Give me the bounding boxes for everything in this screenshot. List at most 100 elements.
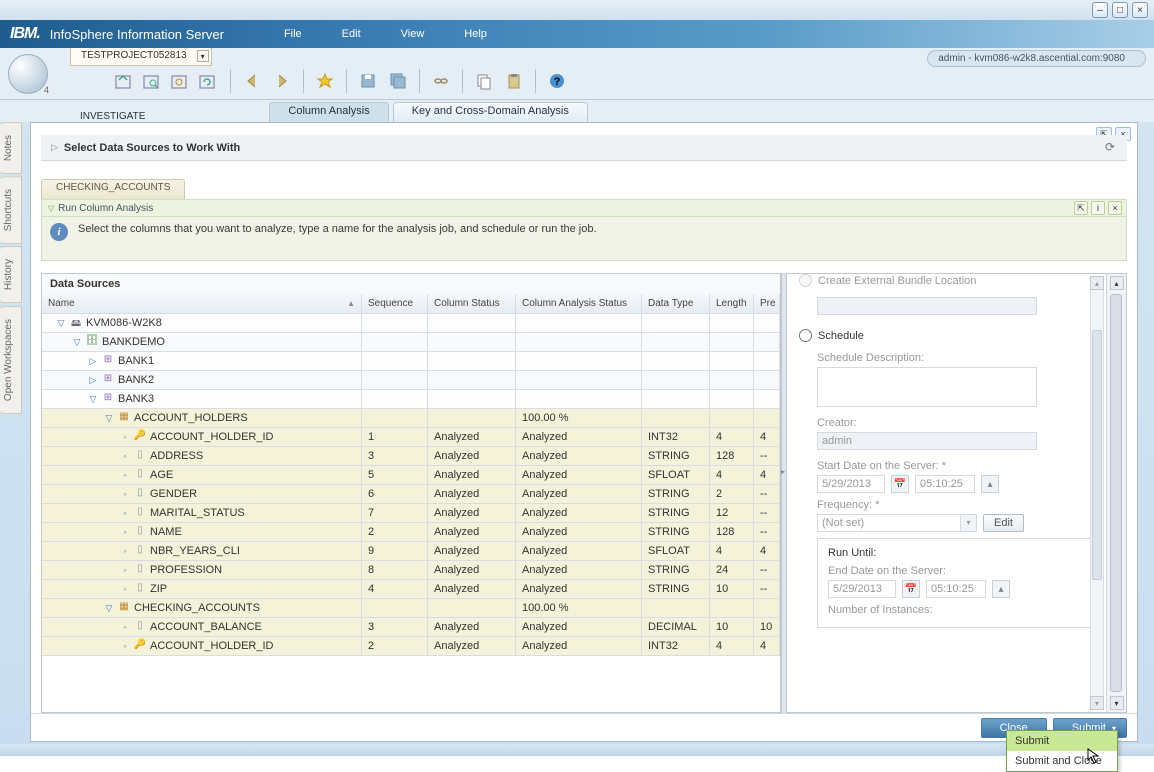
menu-file[interactable]: File bbox=[284, 28, 302, 40]
end-time-input[interactable]: 05:10:25 bbox=[926, 580, 986, 598]
col-header-data-type[interactable]: Data Type bbox=[642, 294, 710, 313]
calendar-icon[interactable]: 📅 bbox=[902, 580, 920, 598]
tool-refresh-icon[interactable] bbox=[194, 68, 220, 94]
rca-pin-icon[interactable]: ⇱ bbox=[1074, 201, 1088, 215]
menu-item-submit[interactable]: Submit bbox=[1007, 731, 1117, 751]
tree-expand-icon[interactable]: ▽ bbox=[104, 413, 114, 424]
table-row[interactable]: ◦🔑ACCOUNT_HOLDER_ID2AnalyzedAnalyzedINT3… bbox=[42, 637, 780, 656]
scroll-up-icon[interactable]: ▴ bbox=[1110, 276, 1124, 290]
table-row[interactable]: ◦▯ACCOUNT_BALANCE3AnalyzedAnalyzedDECIMA… bbox=[42, 618, 780, 637]
project-tab-dropdown[interactable]: ▾ bbox=[197, 50, 209, 62]
tab-column-analysis[interactable]: Column Analysis bbox=[269, 102, 388, 122]
table-row[interactable]: ◦🔑ACCOUNT_HOLDER_ID1AnalyzedAnalyzedINT3… bbox=[42, 428, 780, 447]
col-header-name[interactable]: Name▲ bbox=[42, 294, 362, 313]
time-stepper-icon[interactable]: ▴ bbox=[981, 475, 999, 493]
grid-body[interactable]: ▽🖴KVM086-W2K8▽🗄BANKDEMO▷⊞BANK1▷⊞BANK2▽⊞B… bbox=[42, 314, 780, 712]
time-stepper-icon[interactable]: ▴ bbox=[992, 580, 1010, 598]
calendar-icon[interactable]: 📅 bbox=[891, 475, 909, 493]
table-row[interactable]: ◦▯ADDRESS3AnalyzedAnalyzedSTRING128-- bbox=[42, 447, 780, 466]
tree-expand-icon[interactable]: ◦ bbox=[120, 622, 130, 632]
scroll-thumb[interactable] bbox=[1110, 294, 1122, 692]
tool-forward-icon[interactable] bbox=[269, 68, 295, 94]
tool-save-icon[interactable] bbox=[355, 68, 381, 94]
tool-find-icon[interactable] bbox=[138, 68, 164, 94]
start-time-input[interactable]: 05:10:25 bbox=[915, 475, 975, 493]
account-tab[interactable]: CHECKING_ACCOUNTS bbox=[41, 179, 185, 199]
tree-expand-icon[interactable]: ◦ bbox=[120, 432, 130, 442]
select-data-sources-header[interactable]: ▷ Select Data Sources to Work With ⟳ bbox=[41, 135, 1127, 161]
tree-expand-icon[interactable]: ▽ bbox=[88, 394, 98, 405]
side-tab-notes[interactable]: Notes bbox=[0, 122, 22, 174]
run-column-analysis-bar[interactable]: ▽ Run Column Analysis ⇱ i × bbox=[41, 199, 1127, 217]
tool-help-icon[interactable]: ? bbox=[544, 68, 570, 94]
edit-frequency-button[interactable]: Edit bbox=[983, 514, 1024, 532]
table-row[interactable]: ◦▯AGE5AnalyzedAnalyzedSFLOAT44 bbox=[42, 466, 780, 485]
tree-expand-icon[interactable]: ◦ bbox=[120, 451, 130, 461]
user-info-pill[interactable]: admin - kvm086-w2k8.ascential.com:9080 bbox=[927, 50, 1146, 67]
tree-expand-icon[interactable]: ▽ bbox=[104, 603, 114, 614]
end-date-input[interactable]: 5/29/2013 bbox=[828, 580, 896, 598]
globe-icon[interactable]: 4 bbox=[8, 54, 48, 94]
tree-expand-icon[interactable]: ◦ bbox=[120, 508, 130, 518]
form-scrollbar[interactable]: ▴ ▾ bbox=[1090, 276, 1104, 710]
menu-help[interactable]: Help bbox=[464, 28, 487, 40]
menu-view[interactable]: View bbox=[401, 28, 425, 40]
tree-expand-icon[interactable]: ▽ bbox=[56, 318, 66, 329]
table-row[interactable]: ◦▯NBR_YEARS_CLI9AnalyzedAnalyzedSFLOAT44 bbox=[42, 542, 780, 561]
tool-paste-icon[interactable] bbox=[501, 68, 527, 94]
tree-expand-icon[interactable]: ▷ bbox=[88, 356, 98, 367]
radio-schedule[interactable]: Schedule bbox=[799, 329, 1094, 342]
table-row[interactable]: ▽🖴KVM086-W2K8 bbox=[42, 314, 780, 333]
col-header-precision[interactable]: Pre bbox=[754, 294, 780, 313]
maximize-button[interactable]: □ bbox=[1112, 2, 1128, 18]
col-header-length[interactable]: Length bbox=[710, 294, 754, 313]
reload-icon[interactable]: ⟳ bbox=[1105, 140, 1121, 156]
scroll-up-icon[interactable]: ▴ bbox=[1090, 276, 1104, 290]
tool-star-icon[interactable] bbox=[312, 68, 338, 94]
table-row[interactable]: ▽▦CHECKING_ACCOUNTS100.00 % bbox=[42, 599, 780, 618]
table-row[interactable]: ◦▯PROFESSION8AnalyzedAnalyzedSTRING24-- bbox=[42, 561, 780, 580]
tree-expand-icon[interactable]: ◦ bbox=[120, 546, 130, 556]
table-row[interactable]: ▽⊞BANK3 bbox=[42, 390, 780, 409]
table-row[interactable]: ◦▯MARITAL_STATUS7AnalyzedAnalyzedSTRING1… bbox=[42, 504, 780, 523]
col-header-column-status[interactable]: Column Status bbox=[428, 294, 516, 313]
table-row[interactable]: ▷⊞BANK2 bbox=[42, 371, 780, 390]
minimize-button[interactable]: – bbox=[1092, 2, 1108, 18]
tool-link-icon[interactable] bbox=[428, 68, 454, 94]
col-header-analysis-status[interactable]: Column Analysis Status bbox=[516, 294, 642, 313]
tree-expand-icon[interactable]: ◦ bbox=[120, 584, 130, 594]
tool-import-icon[interactable] bbox=[110, 68, 136, 94]
tree-expand-icon[interactable]: ▷ bbox=[88, 375, 98, 386]
tree-expand-icon[interactable]: ◦ bbox=[120, 470, 130, 480]
col-header-sequence[interactable]: Sequence bbox=[362, 294, 428, 313]
start-date-input[interactable]: 5/29/2013 bbox=[817, 475, 885, 493]
menu-item-submit-close[interactable]: Submit and Close bbox=[1007, 751, 1117, 771]
tab-key-cross-domain[interactable]: Key and Cross-Domain Analysis bbox=[393, 102, 588, 122]
tree-expand-icon[interactable]: ◦ bbox=[120, 565, 130, 575]
tool-back-icon[interactable] bbox=[239, 68, 265, 94]
project-tab[interactable]: TESTPROJECT052813 ▾ bbox=[70, 48, 212, 66]
tool-gear-icon[interactable] bbox=[166, 68, 192, 94]
table-row[interactable]: ◦▯NAME2AnalyzedAnalyzedSTRING128-- bbox=[42, 523, 780, 542]
tree-expand-icon[interactable]: ◦ bbox=[120, 641, 130, 651]
table-row[interactable]: ▽🗄BANKDEMO bbox=[42, 333, 780, 352]
tool-saveall-icon[interactable] bbox=[385, 68, 411, 94]
rca-close-icon[interactable]: × bbox=[1108, 201, 1122, 215]
radio-create-external-input[interactable] bbox=[799, 274, 812, 287]
schedule-desc-input[interactable] bbox=[817, 367, 1037, 407]
menu-edit[interactable]: Edit bbox=[342, 28, 361, 40]
tree-expand-icon[interactable]: ◦ bbox=[120, 527, 130, 537]
table-row[interactable]: ▽▦ACCOUNT_HOLDERS100.00 % bbox=[42, 409, 780, 428]
table-row[interactable]: ◦▯GENDER6AnalyzedAnalyzedSTRING2-- bbox=[42, 485, 780, 504]
close-window-button[interactable]: × bbox=[1132, 2, 1148, 18]
tool-copy-icon[interactable] bbox=[471, 68, 497, 94]
table-row[interactable]: ◦▯ZIP4AnalyzedAnalyzedSTRING10-- bbox=[42, 580, 780, 599]
tree-expand-icon[interactable]: ▽ bbox=[72, 337, 82, 348]
radio-create-external[interactable]: Create External Bundle Location bbox=[799, 274, 1094, 287]
scroll-thumb[interactable] bbox=[1092, 330, 1102, 580]
table-row[interactable]: ▷⊞BANK1 bbox=[42, 352, 780, 371]
frequency-select[interactable]: (Not set)▾ bbox=[817, 514, 977, 532]
scroll-down-icon[interactable]: ▾ bbox=[1090, 696, 1104, 710]
side-tab-open-workspaces[interactable]: Open Workspaces bbox=[0, 306, 22, 414]
side-tab-history[interactable]: History bbox=[0, 246, 22, 303]
